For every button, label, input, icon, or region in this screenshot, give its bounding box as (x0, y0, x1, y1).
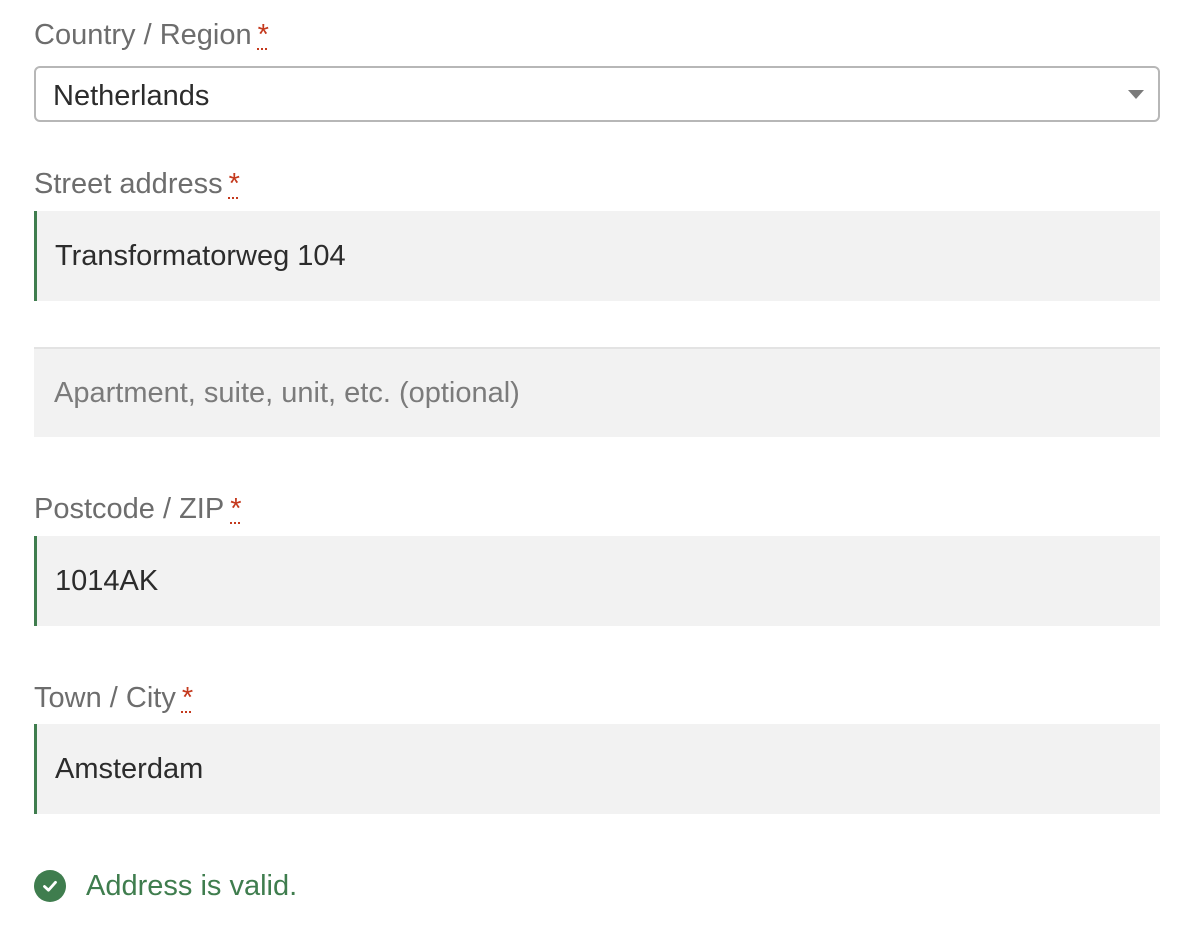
street-address-label-text: Street address (34, 168, 223, 200)
street-address-label: Street address * (34, 166, 240, 202)
city-field (34, 724, 1160, 814)
postcode-label-text: Postcode / ZIP (34, 493, 225, 525)
country-label: Country / Region * (34, 17, 269, 53)
apartment-input[interactable] (34, 349, 1160, 437)
country-select[interactable]: Netherlands (34, 66, 1160, 122)
street-address-input[interactable] (37, 211, 1160, 301)
apartment-field (34, 347, 1160, 437)
country-label-text: Country / Region (34, 19, 252, 51)
check-circle-icon (34, 870, 66, 902)
postcode-field (34, 536, 1160, 626)
validation-message: Address is valid. (86, 870, 298, 902)
required-marker: * (181, 682, 194, 714)
city-label: Town / City * (34, 680, 193, 716)
postcode-label: Postcode / ZIP * (34, 491, 242, 527)
street-address-field (34, 211, 1160, 301)
required-marker: * (228, 168, 240, 200)
required-marker: * (257, 19, 269, 51)
chevron-down-icon (1128, 90, 1144, 99)
postcode-input[interactable] (37, 536, 1160, 626)
country-select-value: Netherlands (53, 80, 210, 112)
validation-status: Address is valid. (34, 869, 297, 903)
city-input[interactable] (37, 724, 1160, 814)
city-label-text: Town / City (34, 682, 176, 714)
required-marker: * (230, 493, 242, 525)
